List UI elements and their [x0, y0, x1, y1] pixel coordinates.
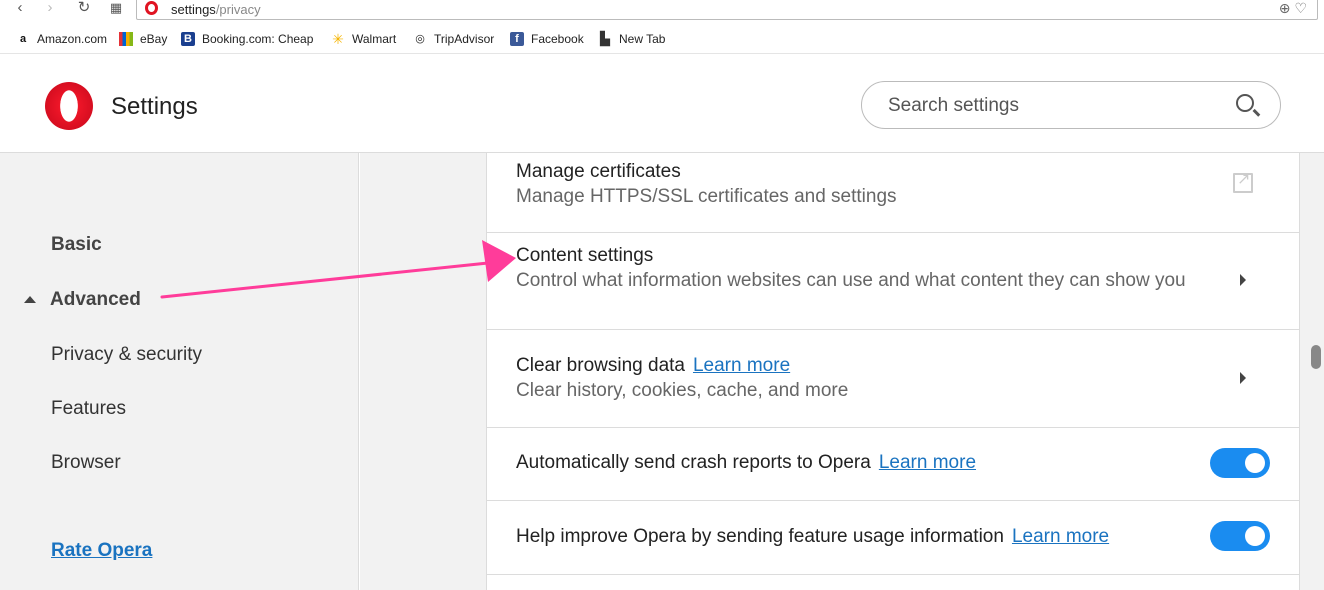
row-subtitle: Clear history, cookies, cache, and more: [516, 380, 849, 401]
booking-icon: B: [181, 32, 195, 46]
reload-icon[interactable]: ↻: [74, 0, 94, 18]
sidebar-item-advanced[interactable]: Advanced: [50, 289, 141, 311]
ebay-icon: [119, 32, 133, 46]
row-title: Clear browsing data Learn more: [516, 355, 791, 376]
crash-reports-row: Automatically send crash reports to Oper…: [487, 428, 1299, 501]
row-title: Automatically send crash reports to Oper…: [516, 452, 977, 473]
settings-main: Manage certificates Manage HTTPS/SSL cer…: [360, 153, 1324, 590]
facebook-icon: f: [510, 32, 524, 46]
learn-more-link[interactable]: Learn more: [879, 452, 976, 473]
page-icon: ▙: [600, 31, 610, 46]
row-title: Manage certificates: [516, 161, 681, 182]
search-icon[interactable]: [1236, 94, 1254, 112]
tripadvisor-icon: ◎: [415, 33, 425, 45]
chevron-right-icon[interactable]: [1240, 372, 1246, 384]
bookmark-new-tab[interactable]: ▙ New Tab: [598, 31, 665, 47]
chevron-right-icon[interactable]: [1240, 274, 1246, 286]
bookmark-tripadvisor[interactable]: ◎ TripAdvisor: [413, 32, 494, 46]
opera-small-icon: [145, 1, 158, 15]
bookmark-facebook[interactable]: f Facebook: [510, 32, 584, 46]
toggle-knob: [1245, 526, 1265, 546]
learn-more-link[interactable]: Learn more: [1012, 526, 1109, 547]
bookmark-walmart[interactable]: ✳ Walmart: [331, 32, 396, 46]
sidebar-item-privacy-security[interactable]: Privacy & security: [51, 344, 202, 366]
privacy-card: Manage certificates Manage HTTPS/SSL cer…: [486, 153, 1300, 590]
sidebar: Basic Advanced Privacy & security Featur…: [0, 153, 359, 590]
row-title: Content settings: [516, 245, 654, 266]
crash-reports-toggle[interactable]: [1210, 448, 1270, 478]
amazon-icon: a: [19, 33, 27, 45]
sidebar-item-features[interactable]: Features: [51, 398, 126, 420]
address-actions: ⊕♡: [1279, 0, 1311, 17]
heart-icon[interactable]: ♡: [1294, 0, 1311, 16]
caret-up-icon[interactable]: [24, 296, 36, 303]
page-title: Settings: [111, 93, 198, 120]
search-placeholder: Search settings: [888, 95, 1019, 116]
row-title: Help improve Opera by sending feature us…: [516, 526, 1110, 547]
bookmark-ebay[interactable]: eBay: [119, 32, 167, 46]
speed-dial-icon[interactable]: ▦: [106, 0, 126, 18]
clear-browsing-data-row[interactable]: Clear browsing data Learn more Clear hist…: [487, 330, 1299, 428]
zoom-icon[interactable]: ⊕: [1279, 0, 1295, 16]
forward-icon[interactable]: ›: [40, 0, 60, 18]
scrollbar-thumb[interactable]: [1311, 345, 1321, 369]
learn-more-link[interactable]: Learn more: [693, 355, 790, 376]
sidebar-item-browser[interactable]: Browser: [51, 452, 121, 474]
bookmark-booking[interactable]: B Booking.com: Cheap: [181, 32, 313, 46]
search-input[interactable]: Search settings: [861, 81, 1281, 129]
external-link-icon[interactable]: [1233, 169, 1253, 193]
address-bar[interactable]: settings/privacy ⊕♡: [136, 0, 1318, 20]
bookmarks-bar: a Amazon.com eBay B Booking.com: Cheap ✳ Wa…: [0, 28, 1324, 54]
row-subtitle: Control what information websites can us…: [516, 270, 1186, 291]
rate-opera-link[interactable]: Rate Opera: [51, 540, 152, 562]
feature-usage-toggle[interactable]: [1210, 521, 1270, 551]
feature-usage-row: Help improve Opera by sending feature us…: [487, 501, 1299, 575]
browser-toolbar: ‹ › ↻ ▦ settings/privacy ⊕♡: [0, 0, 1324, 22]
opera-logo: [45, 82, 93, 130]
toggle-knob: [1245, 453, 1265, 473]
row-subtitle: Manage HTTPS/SSL certificates and settin…: [516, 186, 897, 207]
walmart-icon: ✳: [332, 31, 344, 47]
back-icon[interactable]: ‹: [10, 0, 30, 18]
sidebar-item-basic[interactable]: Basic: [51, 234, 102, 256]
bookmark-amazon[interactable]: a Amazon.com: [16, 32, 107, 46]
address-text: settings/privacy: [171, 2, 261, 17]
manage-certificates-row[interactable]: Manage certificates Manage HTTPS/SSL cer…: [487, 153, 1299, 233]
content-settings-row[interactable]: Content settings Control what informatio…: [487, 233, 1299, 330]
settings-header: Settings Search settings: [0, 56, 1324, 153]
